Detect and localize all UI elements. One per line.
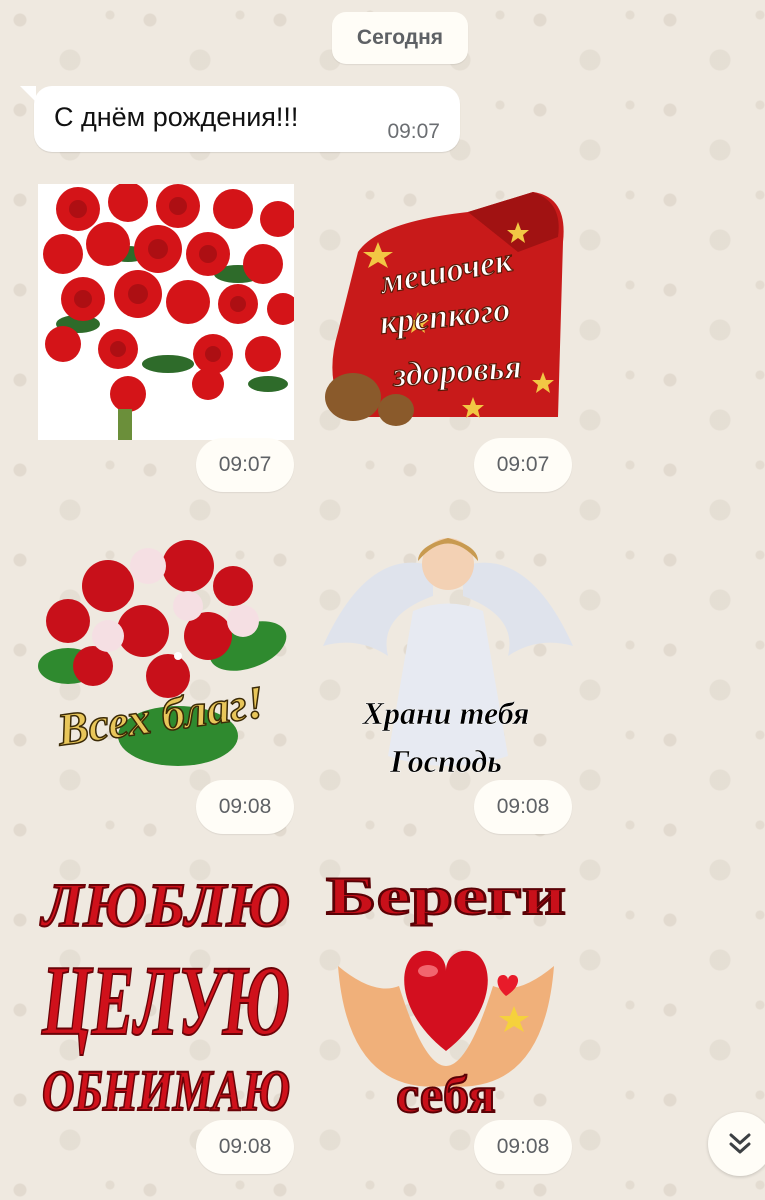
sticker-time: 09:07 (196, 438, 294, 492)
love-image: ЛЮБЛЮ ЦЕЛУЮ ОБНИМАЮ (38, 871, 291, 1122)
love-line-2: ЦЕЛУЮ (41, 945, 290, 1056)
message-text: С днём рождения!!! (54, 102, 299, 132)
sticker-angel[interactable]: Храни тебя Господь (318, 526, 574, 782)
roses-image (38, 184, 294, 440)
sticker-love[interactable]: ЛЮБЛЮ ЦЕЛУЮ ОБНИМАЮ (38, 866, 294, 1122)
sticker-roses[interactable] (38, 184, 294, 440)
love-line-1: ЛЮБЛЮ (39, 872, 290, 940)
sticker-time: 09:08 (196, 780, 294, 834)
hands-line-2: себя (396, 1067, 496, 1122)
message-bubble[interactable]: С днём рождения!!! 09:07 (20, 86, 460, 152)
health-bag-image: мешочек крепкого здоровья (325, 192, 564, 426)
angel-image: Храни тебя Господь (323, 538, 573, 779)
love-line-3: ОБНИМАЮ (42, 1058, 290, 1122)
hands-line-1: Береги (326, 866, 566, 926)
heart-hands-image: Береги себя (325, 866, 567, 1122)
angel-line-1: Храни тебя (362, 695, 530, 731)
scroll-to-bottom-button[interactable] (708, 1112, 765, 1176)
sticker-time: 09:08 (474, 780, 572, 834)
sticker-time: 09:07 (474, 438, 572, 492)
sticker-time: 09:08 (196, 1120, 294, 1174)
sticker-heart-hands[interactable]: Береги себя (318, 866, 574, 1122)
double-chevron-down-icon (729, 1133, 751, 1154)
message-time: 09:07 (387, 120, 440, 143)
sticker-bouquet[interactable]: Всех благ! (38, 526, 294, 782)
date-separator: Сегодня (332, 12, 468, 64)
angel-line-2: Господь (389, 743, 502, 779)
sticker-health-bag[interactable]: мешочек крепкого здоровья (318, 182, 574, 438)
bouquet-image: Всех благ! (38, 540, 287, 766)
sticker-time: 09:08 (474, 1120, 572, 1174)
